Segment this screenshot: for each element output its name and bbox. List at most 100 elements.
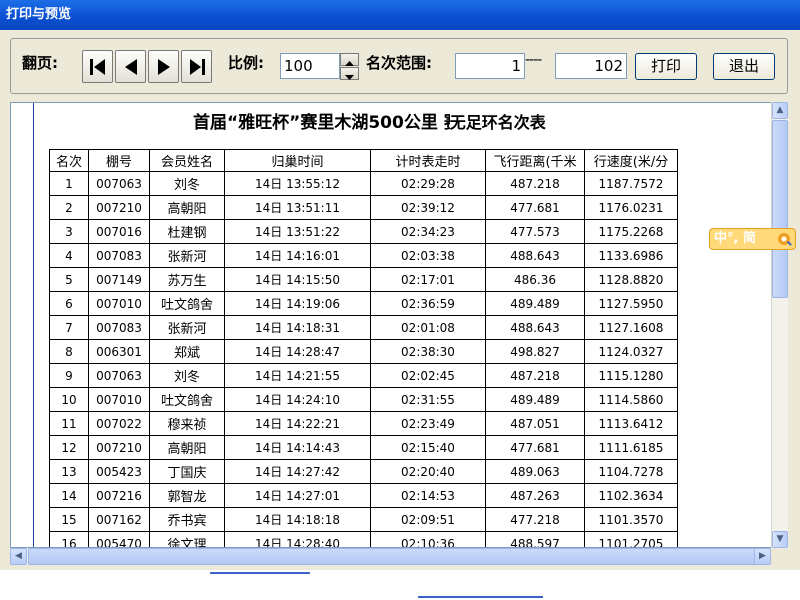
loft-no-cell: 007083 xyxy=(88,243,150,268)
rank-cell: 8 xyxy=(49,339,89,364)
table-row: 2 007210 高朝阳 14日 13:51:11 02:39:12 477.681 117… xyxy=(49,195,678,220)
clock-time-cell: 02:38:30 xyxy=(370,339,486,364)
next-page-button[interactable] xyxy=(148,50,179,83)
return-time-cell: 14日 14:14:43 xyxy=(224,435,371,460)
col-return-time: 归巢时间 xyxy=(224,149,371,172)
speed-cell: 1114.5860 xyxy=(584,387,678,412)
range-to-input[interactable]: 102 xyxy=(555,53,627,79)
distance-cell: 489.489 xyxy=(485,387,585,412)
scroll-left-button[interactable]: ◀ xyxy=(10,548,27,565)
clock-time-cell: 02:39:12 xyxy=(370,195,486,220)
screen-artifact xyxy=(210,572,310,574)
clock-time-cell: 02:02:45 xyxy=(370,363,486,388)
scale-input[interactable]: 100 xyxy=(280,53,340,79)
rank-cell: 11 xyxy=(49,411,89,436)
loft-no-cell: 007210 xyxy=(88,195,150,220)
table-row: 13 005423 丁国庆 14日 14:27:42 02:20:40 489.063 11… xyxy=(49,459,678,484)
table-row: 11 007022 穆来祯 14日 14:22:21 02:23:49 487.051 11… xyxy=(49,411,678,436)
return-time-cell: 14日 14:28:40 xyxy=(224,531,371,547)
exit-button[interactable]: 退出 xyxy=(713,53,775,80)
member-name-cell: 郭智龙 xyxy=(149,483,225,508)
table-row: 1 007063 刘冬 14日 13:55:12 02:29:28 487.218 1187… xyxy=(49,171,678,196)
rank-cell: 5 xyxy=(49,267,89,292)
ime-settings-icon[interactable] xyxy=(776,231,792,247)
speed-cell: 1128.8820 xyxy=(584,267,678,292)
table-row: 7 007083 张新河 14日 14:18:31 02:01:08 488.643 112… xyxy=(49,315,678,340)
caret-down-icon xyxy=(345,75,354,80)
speed-cell: 1101.2705 xyxy=(584,531,678,547)
table-row: 12 007210 高朝阳 14日 14:14:43 02:15:40 477.681 11… xyxy=(49,435,678,460)
vertical-scroll-thumb[interactable] xyxy=(772,120,788,298)
vertical-scrollbar[interactable]: ▲ ▼ xyxy=(771,102,788,548)
scale-spinner[interactable] xyxy=(340,53,359,80)
window-title: 打印与预览 xyxy=(0,0,800,30)
member-name-cell: 穆来祯 xyxy=(149,411,225,436)
return-time-cell: 14日 14:27:42 xyxy=(224,459,371,484)
distance-cell: 486.36 xyxy=(485,267,585,292)
speed-cell: 1111.6185 xyxy=(584,435,678,460)
return-time-cell: 14日 14:24:10 xyxy=(224,387,371,412)
loft-no-cell: 006301 xyxy=(88,339,150,364)
return-time-cell: 14日 14:21:55 xyxy=(224,363,371,388)
report-title-tail: 无足环名次表 xyxy=(449,113,546,132)
scroll-down-button[interactable]: ▼ xyxy=(772,531,788,548)
member-name-cell: 高朝阳 xyxy=(149,435,225,460)
rank-cell: 7 xyxy=(49,315,89,340)
spin-down-button[interactable] xyxy=(340,67,359,80)
spin-up-button[interactable] xyxy=(340,53,359,66)
return-time-cell: 14日 13:55:12 xyxy=(224,171,371,196)
loft-no-cell: 007063 xyxy=(88,171,150,196)
horizontal-scroll-thumb[interactable] xyxy=(28,548,768,565)
distance-cell: 489.063 xyxy=(485,459,585,484)
distance-cell: 477.218 xyxy=(485,507,585,532)
ime-mode-text: 中°, 简 xyxy=(714,231,756,246)
distance-cell: 488.597 xyxy=(485,531,585,547)
clock-time-cell: 02:03:38 xyxy=(370,243,486,268)
loft-no-cell: 007016 xyxy=(88,219,150,244)
speed-cell: 1115.1280 xyxy=(584,363,678,388)
rank-cell: 15 xyxy=(49,507,89,532)
return-time-cell: 14日 14:27:01 xyxy=(224,483,371,508)
distance-cell: 487.218 xyxy=(485,363,585,388)
col-loft-no: 棚号 xyxy=(88,149,150,172)
range-from-input[interactable]: 1 xyxy=(455,53,525,79)
last-page-button[interactable] xyxy=(181,50,212,83)
ime-status-bar[interactable]: 中°, 简 xyxy=(709,228,796,250)
distance-cell: 498.827 xyxy=(485,339,585,364)
table-row: 8 006301 郑斌 14日 14:28:47 02:38:30 498.827 1124… xyxy=(49,339,678,364)
rank-cell: 4 xyxy=(49,243,89,268)
print-button[interactable]: 打印 xyxy=(635,53,697,80)
clock-time-cell: 02:10:36 xyxy=(370,531,486,547)
rank-cell: 14 xyxy=(49,483,89,508)
prev-page-button[interactable] xyxy=(115,50,146,83)
distance-cell: 477.681 xyxy=(485,195,585,220)
distance-cell: 487.218 xyxy=(485,171,585,196)
distance-cell: 477.681 xyxy=(485,435,585,460)
clock-time-cell: 02:14:53 xyxy=(370,483,486,508)
speed-cell: 1101.3570 xyxy=(584,507,678,532)
horizontal-scrollbar[interactable]: ◀ ▶ xyxy=(10,548,771,565)
table-row: 10 007010 吐文鸽舍 14日 14:24:10 02:31:55 489.489 1… xyxy=(49,387,678,412)
return-time-cell: 14日 14:16:01 xyxy=(224,243,371,268)
speed-cell: 1133.6986 xyxy=(584,243,678,268)
loft-no-cell: 007162 xyxy=(88,507,150,532)
table-row: 14 007216 郭智龙 14日 14:27:01 02:14:53 487.263 11… xyxy=(49,483,678,508)
clock-time-cell: 02:01:08 xyxy=(370,315,486,340)
distance-cell: 488.643 xyxy=(485,315,585,340)
rank-range-label: 名次范围: xyxy=(366,54,432,72)
member-name-cell: 张新河 xyxy=(149,243,225,268)
clock-time-cell: 02:20:40 xyxy=(370,459,486,484)
clock-time-cell: 02:15:40 xyxy=(370,435,486,460)
report-title-main: 首届“雅旺杯”赛里木湖500公里 ​ xyxy=(193,113,444,133)
first-page-button[interactable] xyxy=(82,50,113,83)
prev-page-icon xyxy=(125,59,137,75)
scroll-right-button[interactable]: ▶ xyxy=(754,548,771,565)
return-time-cell: 14日 14:28:47 xyxy=(224,339,371,364)
rank-cell: 13 xyxy=(49,459,89,484)
distance-cell: 488.643 xyxy=(485,243,585,268)
ranking-table: 名次 棚号 会员姓名 归巢时间 计时表走时 飞行距离(千米 行速度(米/分 10… xyxy=(49,149,678,547)
loft-no-cell: 005423 xyxy=(88,459,150,484)
scroll-up-button[interactable]: ▲ xyxy=(772,102,788,119)
rank-cell: 16 xyxy=(49,531,89,547)
distance-cell: 477.573 xyxy=(485,219,585,244)
